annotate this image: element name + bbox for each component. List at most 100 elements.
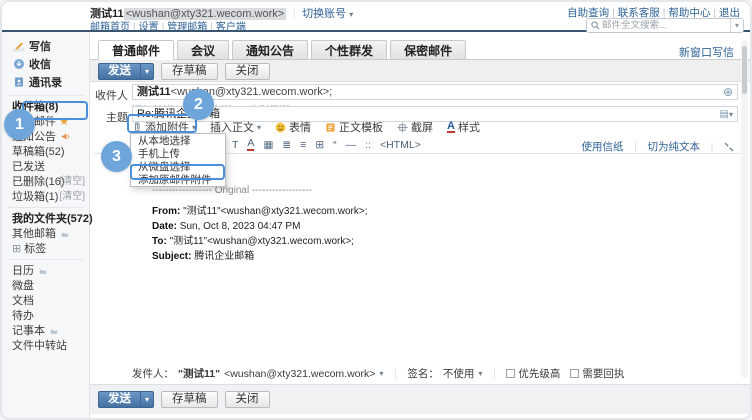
compose-toolbar-bottom: 发送▾ 存草稿 关闭 bbox=[90, 384, 750, 414]
search-box[interactable]: ▾ bbox=[586, 18, 744, 33]
paperclip-icon bbox=[132, 121, 142, 133]
tab-confidential-mail[interactable]: 保密邮件 bbox=[390, 40, 466, 60]
quote-from-line: From: "测试11"<wushan@xty321.wecom.work>; bbox=[152, 204, 368, 219]
sidebar-separator bbox=[8, 207, 83, 208]
font-size-icon[interactable]: T bbox=[232, 139, 238, 151]
menu-item-local-file[interactable]: 从本地选择 bbox=[131, 134, 225, 147]
scrollbar-thumb[interactable] bbox=[742, 46, 747, 94]
sidebar-item-other-mail[interactable]: 其他邮箱 bbox=[2, 226, 89, 241]
plain-text-link[interactable]: 切为纯文本 bbox=[648, 139, 701, 154]
send-options-caret-icon[interactable]: ▾ bbox=[140, 64, 153, 79]
body-template-button[interactable]: 正文模板 bbox=[325, 119, 383, 135]
signature-label: 签名： bbox=[407, 366, 439, 381]
folder-icon bbox=[50, 328, 58, 335]
menu-item-from-drive[interactable]: 从微盘选择 bbox=[131, 160, 225, 173]
new-window-compose-link[interactable]: 新窗口写信 bbox=[679, 44, 734, 60]
sidebar-receive[interactable]: 收信 bbox=[2, 56, 89, 74]
speaker-icon bbox=[61, 132, 70, 141]
tab-personal-mass-send[interactable]: 个性群发 bbox=[311, 40, 387, 60]
sidebar-item-tags[interactable]: ⊞ 标签 bbox=[2, 241, 89, 256]
search-scope-dropdown-icon[interactable]: ▾ bbox=[730, 19, 743, 32]
sidebar-separator bbox=[8, 95, 83, 96]
close-button[interactable]: 关闭 bbox=[225, 63, 270, 80]
compose-tabs: 普通邮件 会议 通知公告 个性群发 保密邮件 bbox=[98, 40, 469, 60]
save-draft-button[interactable]: 存草稿 bbox=[161, 63, 218, 80]
sidebar-item-calendar[interactable]: 日历 bbox=[2, 263, 89, 278]
insert-image-icon[interactable]: ▦ bbox=[263, 139, 273, 151]
list-icon[interactable]: ≡ bbox=[300, 139, 306, 151]
clear-spam-link[interactable]: [清空] bbox=[59, 191, 85, 203]
switch-account-link[interactable]: 切换账号 bbox=[302, 8, 346, 20]
clear-deleted-link[interactable]: [清空] bbox=[59, 176, 85, 188]
recipient-chip-name[interactable]: 测试11 bbox=[137, 86, 171, 98]
mail-app-window: 测试11<wushan@xty321.wecom.work>｜切换账号 ▾ 邮箱… bbox=[0, 0, 752, 420]
subject-history-icon[interactable]: ▤▾ bbox=[720, 108, 733, 122]
font-color-icon[interactable]: A bbox=[247, 139, 254, 151]
sidebar-item-docs[interactable]: 文档 bbox=[2, 293, 89, 308]
table-icon[interactable]: ⊞ bbox=[315, 139, 324, 151]
sidebar-item-drafts[interactable]: 草稿箱(52) bbox=[2, 144, 89, 159]
tab-meeting[interactable]: 会议 bbox=[177, 40, 229, 60]
screenshot-crosshair-icon bbox=[397, 122, 408, 133]
inbox-arrow-icon bbox=[12, 58, 25, 71]
sidebar-item-deleted[interactable]: 已删除(16)[清空] bbox=[2, 174, 89, 189]
menu-item-original-mail-attachment[interactable]: 添加原邮件附件 bbox=[131, 173, 225, 186]
search-icon bbox=[591, 21, 600, 30]
contacts-book-icon bbox=[12, 76, 25, 89]
signature-dropdown-icon[interactable]: ▾ bbox=[478, 369, 482, 378]
screenshot-button[interactable]: 截屏 bbox=[397, 119, 433, 135]
subject-label: 主题 bbox=[94, 109, 128, 125]
top-header: 测试11<wushan@xty321.wecom.work>｜切换账号 ▾ 邮箱… bbox=[2, 2, 750, 30]
quote-subject-line: Subject: 腾讯企业邮箱 bbox=[152, 249, 368, 264]
priority-checkbox[interactable] bbox=[506, 369, 515, 378]
scrollbar-track[interactable] bbox=[741, 40, 748, 378]
sidebar-separator bbox=[8, 259, 83, 260]
sidebar-item-sent[interactable]: 已发送 bbox=[2, 159, 89, 174]
priority-option[interactable]: 优先级高 bbox=[506, 366, 560, 381]
add-recipient-icon[interactable]: ⊕ bbox=[723, 85, 733, 99]
html-source-toggle[interactable]: <HTML> bbox=[380, 139, 421, 151]
sidebar-item-todo[interactable]: 待办 bbox=[2, 308, 89, 323]
tab-normal-mail[interactable]: 普通邮件 bbox=[98, 40, 174, 60]
align-icon[interactable]: ≣ bbox=[282, 139, 291, 151]
to-input[interactable]: 测试11<wushan@xty321.wecom.work>; ⊕ bbox=[132, 84, 738, 100]
folder-icon bbox=[39, 268, 47, 275]
sidebar-contacts[interactable]: 通讯录 bbox=[2, 74, 89, 92]
menu-item-phone-upload[interactable]: 手机上传 bbox=[131, 147, 225, 160]
chevron-down-icon[interactable]: ▾ bbox=[349, 10, 353, 19]
receipt-checkbox[interactable] bbox=[570, 369, 579, 378]
search-input[interactable] bbox=[600, 20, 730, 31]
horizontal-rule-icon[interactable]: — bbox=[346, 139, 357, 151]
tab-notice[interactable]: 通知公告 bbox=[232, 40, 308, 60]
sidebar-compose[interactable]: 写信 bbox=[2, 38, 89, 56]
smiley-icon bbox=[275, 122, 286, 133]
sidebar-item-spam[interactable]: 垃圾箱(1)[清空] bbox=[2, 189, 89, 204]
save-draft-button-bottom[interactable]: 存草稿 bbox=[161, 391, 218, 408]
sidebar-item-my-folders[interactable]: 我的文件夹(572) bbox=[2, 211, 89, 226]
from-label: 发件人： bbox=[132, 366, 174, 381]
sidebar: 写信 收信 通讯录 收件箱(8) 星标邮件 ★ 通知公告 草稿箱(52) 已发送… bbox=[2, 32, 90, 418]
send-button-bottom[interactable]: 发送▾ bbox=[98, 391, 154, 408]
quote-icon[interactable]: “ bbox=[333, 139, 337, 151]
fullscreen-expand-icon[interactable] bbox=[724, 142, 734, 152]
sidebar-item-drive[interactable]: 微盘 bbox=[2, 278, 89, 293]
use-stationery-link[interactable]: 使用信纸 bbox=[582, 139, 624, 154]
close-button-bottom[interactable]: 关闭 bbox=[225, 391, 270, 408]
send-options-caret-icon[interactable]: ▾ bbox=[140, 392, 153, 407]
emoji-button[interactable]: 表情 bbox=[275, 119, 311, 135]
annotation-step-2: 2 bbox=[183, 89, 214, 120]
receipt-option[interactable]: 需要回执 bbox=[570, 366, 624, 381]
more-format-icon[interactable]: :: bbox=[365, 139, 371, 151]
expand-plus-icon[interactable]: ⊞ bbox=[12, 243, 21, 255]
sender-options-row: 发件人： "测试11" <wushan@xty321.wecom.work> ▾… bbox=[132, 366, 624, 381]
style-button[interactable]: A样式 bbox=[447, 119, 480, 135]
send-button[interactable]: 发送▾ bbox=[98, 63, 154, 80]
star-icon: ★ bbox=[59, 116, 69, 128]
sidebar-item-notebook[interactable]: 记事本 bbox=[2, 323, 89, 338]
from-email: <wushan@xty321.wecom.work> bbox=[224, 368, 375, 380]
sidebar-item-file-transfer[interactable]: 文件中转站 bbox=[2, 338, 89, 353]
compose-toolbar-top: 发送▾ 存草稿 关闭 bbox=[90, 59, 750, 82]
from-name: "测试11" bbox=[178, 366, 220, 381]
folder-icon bbox=[61, 231, 69, 238]
from-dropdown-icon[interactable]: ▾ bbox=[379, 369, 383, 378]
